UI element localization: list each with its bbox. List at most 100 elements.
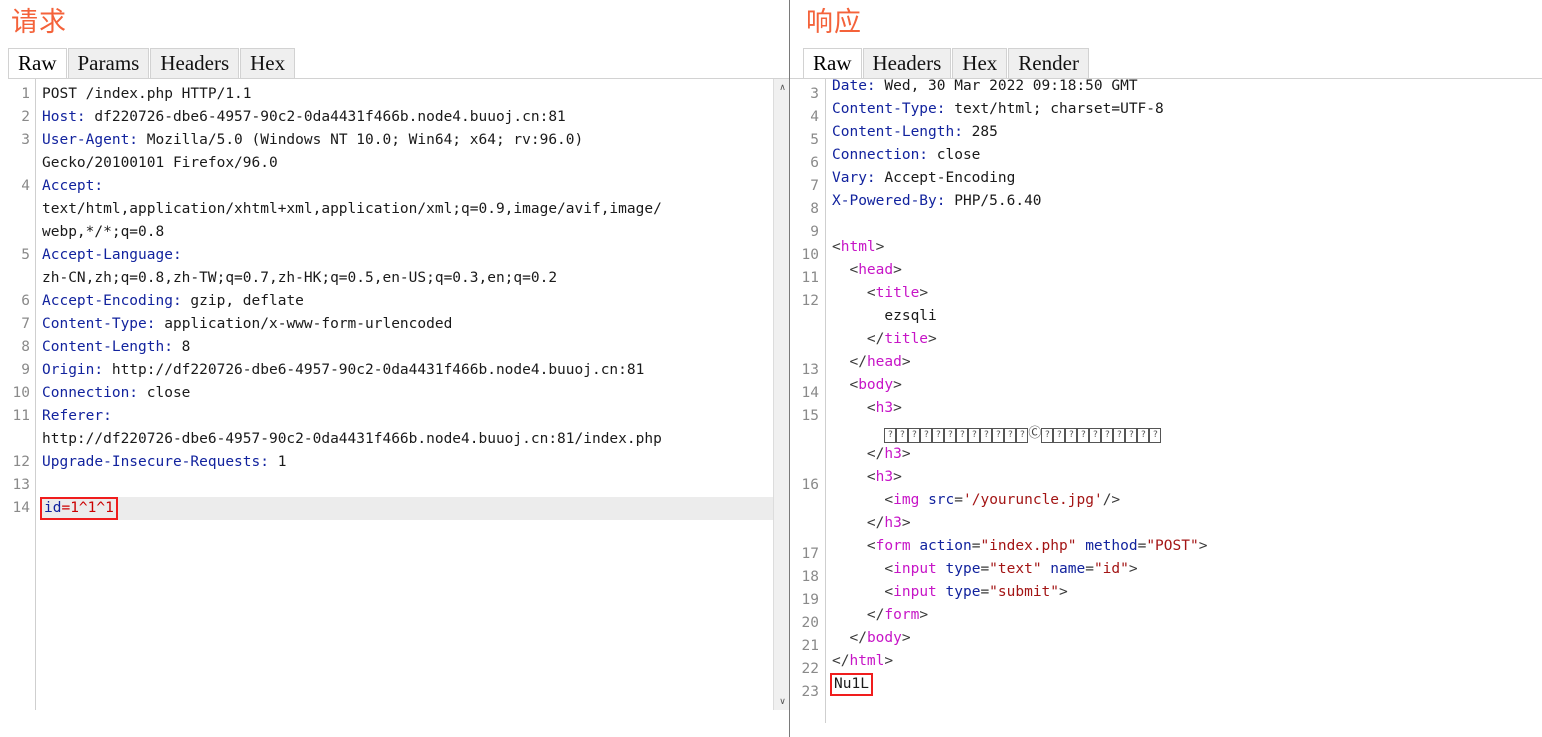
scroll-up-icon[interactable]: ∧ (774, 79, 789, 96)
html-tag-line: </title> (866, 331, 937, 347)
line-number: 17 (801, 546, 819, 562)
html-tag-line: </h3> (866, 515, 911, 531)
line-number: 23 (801, 684, 819, 700)
http-header-line: Accept: (42, 178, 104, 194)
request-panel: 请求 Raw Params Headers Hex 1 2 3 4 5 6 7 8 9 10 11 12 13… (0, 0, 790, 737)
html-tag-line: </h3> (866, 446, 911, 462)
line-number: 1 (21, 86, 30, 102)
tab-headers[interactable]: Headers (150, 48, 240, 78)
line-number: 6 (810, 155, 819, 171)
line-number: 18 (801, 569, 819, 585)
line-number: 20 (801, 615, 819, 631)
http-header-line: Content-Type: application/x-www-form-url… (42, 316, 453, 332)
request-scrollbar[interactable]: ∧ ∨ (773, 79, 789, 710)
http-header-line: Origin: http://df220726-dbe6-4957-90c2-0… (42, 362, 645, 378)
html-tag-line: <title> (866, 285, 929, 301)
tab-raw[interactable]: Raw (8, 48, 67, 78)
unrenderable-glyphs (884, 420, 1162, 443)
tab-params[interactable]: Params (67, 48, 150, 78)
http-header-line: Accept-Language: (42, 247, 182, 263)
tab-headers[interactable]: Headers (862, 48, 952, 78)
html-tag-line: </body> (849, 630, 911, 646)
request-line: POST /index.php HTTP/1.1 (42, 86, 252, 102)
request-code-area[interactable]: POST /index.php HTTP/1.1 Host: df220726-d… (36, 79, 789, 710)
http-header-line: Content-Length: 285 (832, 124, 998, 140)
line-number-empty (8, 198, 30, 221)
http-header-line: Vary: Accept-Encoding (832, 170, 1016, 186)
line-number: 8 (810, 201, 819, 217)
line-number-empty (8, 428, 30, 451)
http-header-line: X-Powered-By: PHP/5.6.40 (832, 193, 1042, 209)
request-tab-bar: Raw Params Headers Hex (0, 48, 789, 78)
response-panel: 响应 Raw Headers Hex Render 3 4 5 6 7 8 9 10 11 12 13 14… (790, 0, 1542, 737)
line-number-empty (790, 451, 819, 474)
http-header-line: Accept-Encoding: gzip, deflate (42, 293, 304, 309)
http-header-line: Connection: close (42, 385, 191, 401)
request-line-numbers: 1 2 3 4 5 6 7 8 9 10 11 12 13 14 (8, 79, 36, 710)
html-tag-line: <body> (849, 377, 902, 393)
html-img-tag-line: <img src='/youruncle.jpg'/> (884, 492, 1121, 508)
line-number: 9 (810, 224, 819, 240)
line-number-empty (790, 428, 819, 451)
line-number-empty (790, 336, 819, 359)
html-tag-line: <head> (849, 262, 902, 278)
line-number: 2 (21, 109, 30, 125)
http-header-continuation: webp,*/*;q=0.8 (42, 224, 165, 240)
html-tag-line: </head> (849, 354, 911, 370)
html-input-tag-line: <input type="text" name="id"> (884, 561, 1138, 577)
tab-raw[interactable]: Raw (803, 48, 862, 78)
line-number: 13 (12, 477, 30, 493)
line-number: 14 (12, 500, 30, 516)
line-number: 5 (810, 132, 819, 148)
response-panel-title: 响应 (806, 7, 862, 38)
request-panel-title: 请求 (11, 7, 67, 38)
html-tag-line: </html> (832, 653, 894, 669)
line-number-empty (790, 497, 819, 520)
line-number: 3 (21, 132, 30, 148)
line-number: 15 (801, 408, 819, 424)
line-number: 11 (12, 408, 30, 424)
line-number: 6 (21, 293, 30, 309)
line-number: 10 (801, 247, 819, 263)
burp-repeater-window: 请求 Raw Params Headers Hex 1 2 3 4 5 6 7 8 9 10 11 12 13… (0, 0, 1542, 737)
tab-hex[interactable]: Hex (240, 48, 296, 78)
html-text-content: ezsqli (832, 308, 937, 324)
response-flag-text[interactable]: Nu1L (830, 673, 1542, 696)
line-number-empty (790, 313, 819, 336)
html-tag-line: </form> (866, 607, 929, 623)
http-header-line: Content-Type: text/html; charset=UTF-8 (832, 101, 1164, 117)
line-number: 8 (21, 339, 30, 355)
response-tab-bar: Raw Headers Hex Render (790, 48, 1542, 78)
response-code-area[interactable]: Date: Wed, 30 Mar 2022 09:18:50 GMT Conte… (826, 79, 1542, 723)
line-number: 4 (21, 178, 30, 194)
request-editor[interactable]: 1 2 3 4 5 6 7 8 9 10 11 12 13 14 POST /index.php HTTP… (8, 78, 789, 710)
response-line-numbers: 3 4 5 6 7 8 9 10 11 12 13 14 15 16 17 18 19 20 21 22 23 (790, 79, 826, 723)
html-garbled-text (832, 420, 1542, 443)
tab-render[interactable]: Render (1008, 48, 1089, 78)
line-number: 4 (810, 109, 819, 125)
http-header-continuation: zh-CN,zh;q=0.8,zh-TW;q=0.7,zh-HK;q=0.5,e… (42, 270, 558, 286)
response-editor[interactable]: 3 4 5 6 7 8 9 10 11 12 13 14 15 16 17 18 19 20 21 22 23 Date… (790, 78, 1542, 723)
line-number-empty (8, 267, 30, 290)
line-number: 21 (801, 638, 819, 654)
scroll-down-icon[interactable]: ∨ (774, 693, 789, 710)
line-number: 19 (801, 592, 819, 608)
line-number: 7 (21, 316, 30, 332)
http-header-line: Content-Length: 8 (42, 339, 191, 355)
http-header-continuation: http://df220726-dbe6-4957-90c2-0da4431f4… (42, 431, 662, 447)
http-header-line: Host: df220726-dbe6-4957-90c2-0da4431f46… (42, 109, 566, 125)
request-body-payload[interactable]: id=1^1^1 (40, 497, 789, 520)
flag-highlight-box: Nu1L (830, 673, 873, 696)
line-number: 14 (801, 385, 819, 401)
line-number-empty (8, 221, 30, 244)
line-number: 16 (801, 477, 819, 493)
line-number: 10 (12, 385, 30, 401)
http-header-line: Referer: (42, 408, 112, 424)
http-header-line: Upgrade-Insecure-Requests: 1 (42, 454, 287, 470)
http-header-line: Date: Wed, 30 Mar 2022 09:18:50 GMT (832, 79, 1138, 94)
line-number: 22 (801, 661, 819, 677)
tab-hex[interactable]: Hex (952, 48, 1008, 78)
line-number: 7 (810, 178, 819, 194)
